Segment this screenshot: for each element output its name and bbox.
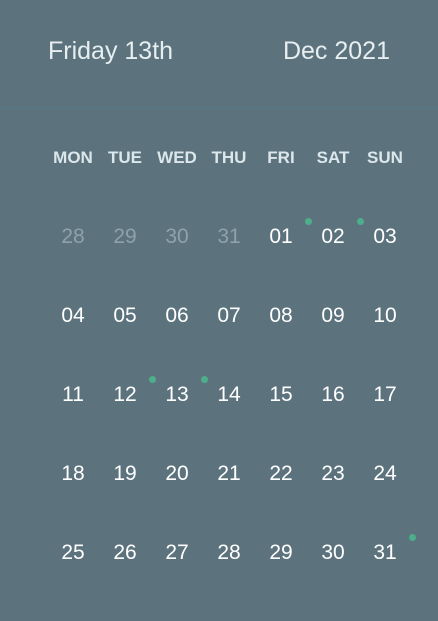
day-cell[interactable]: 06 [151,276,203,355]
day-number: 03 [373,224,397,248]
day-cell[interactable]: 01 [255,197,312,276]
day-cell[interactable]: 30 [307,513,359,592]
day-cell[interactable]: 04 [47,276,99,355]
day-number: 28 [61,224,85,248]
day-number: 17 [373,382,397,406]
weekday-label: TUE [108,148,142,167]
day-number: 19 [113,461,137,485]
day-number: 29 [113,224,137,248]
day-number: 30 [165,224,189,248]
day-number: 21 [217,461,241,485]
weekday-label: SUN [367,148,403,167]
day-number: 18 [61,461,85,485]
day-cell[interactable]: 30 [151,197,203,276]
day-number: 31 [217,224,241,248]
day-cell[interactable]: 12 [99,355,156,434]
day-cell[interactable]: 15 [255,355,307,434]
day-cell[interactable]: 28 [47,197,99,276]
weekday-header-row: MON TUE WED THU FRI SAT SUN [47,148,411,168]
day-number: 25 [61,540,85,564]
day-number: 01 [269,224,293,248]
day-number: 26 [113,540,137,564]
calendar-header: Friday 13th Dec 2021 [0,0,438,109]
day-number: 27 [165,540,189,564]
selected-day-title: Friday 13th [48,37,174,65]
day-number: 10 [373,303,397,327]
day-number: 04 [61,303,85,327]
day-cell[interactable]: 24 [359,434,411,513]
day-cell[interactable]: 31 [203,197,255,276]
day-number: 28 [217,540,241,564]
day-cell[interactable]: 28 [203,513,255,592]
day-number: 31 [373,540,397,564]
weekday-label: THU [211,148,247,167]
day-number: 09 [321,303,345,327]
weekday-label: SAT [316,148,350,167]
weekday-label: FRI [267,148,295,167]
day-cell[interactable]: 18 [47,434,99,513]
day-number: 07 [217,303,241,327]
day-number: 24 [373,461,397,485]
day-number: 02 [321,224,345,248]
day-cell[interactable]: 26 [99,513,151,592]
day-cell[interactable]: 02 [307,197,364,276]
day-cell[interactable]: 21 [203,434,255,513]
day-cell[interactable]: 29 [255,513,307,592]
weekday-label: MON [53,148,93,167]
day-cell[interactable]: 19 [99,434,151,513]
day-number: 15 [269,382,293,406]
day-number: 05 [113,303,137,327]
event-dot-icon [409,534,416,541]
day-cell[interactable]: 25 [47,513,99,592]
day-number: 12 [113,382,137,406]
day-cell[interactable]: 08 [255,276,307,355]
day-number: 23 [321,461,345,485]
day-cell[interactable]: 31 [359,513,416,592]
day-number: 14 [217,382,241,406]
day-cell[interactable]: 11 [47,355,99,434]
day-cell[interactable]: 07 [203,276,255,355]
day-number: 16 [321,382,345,406]
day-number: 11 [62,382,84,406]
day-number: 13 [165,382,189,406]
day-number: 06 [165,303,189,327]
day-cell[interactable]: 16 [307,355,359,434]
day-cell[interactable]: 09 [307,276,359,355]
day-cell[interactable]: 13 [151,355,208,434]
day-number: 30 [321,540,345,564]
month-year-title[interactable]: Dec 2021 [283,37,390,66]
day-number: 22 [269,461,293,485]
day-cell[interactable]: 20 [151,434,203,513]
day-number: 08 [269,303,293,327]
day-cell[interactable]: 23 [307,434,359,513]
day-cell[interactable]: 10 [359,276,411,355]
day-cell[interactable]: 05 [99,276,151,355]
day-number: 29 [269,540,293,564]
day-number: 20 [165,461,189,485]
day-cell[interactable]: 03 [359,197,411,276]
day-cell[interactable]: 27 [151,513,203,592]
day-cell[interactable]: 22 [255,434,307,513]
day-cell[interactable]: 14 [203,355,255,434]
day-cell[interactable]: 29 [99,197,151,276]
day-cell[interactable]: 17 [359,355,411,434]
weekday-label: WED [157,148,197,167]
day-grid: 28 29 30 31 01 02 03 04 05 06 07 08 09 10 11 12 13 14 15 16… [47,197,416,592]
